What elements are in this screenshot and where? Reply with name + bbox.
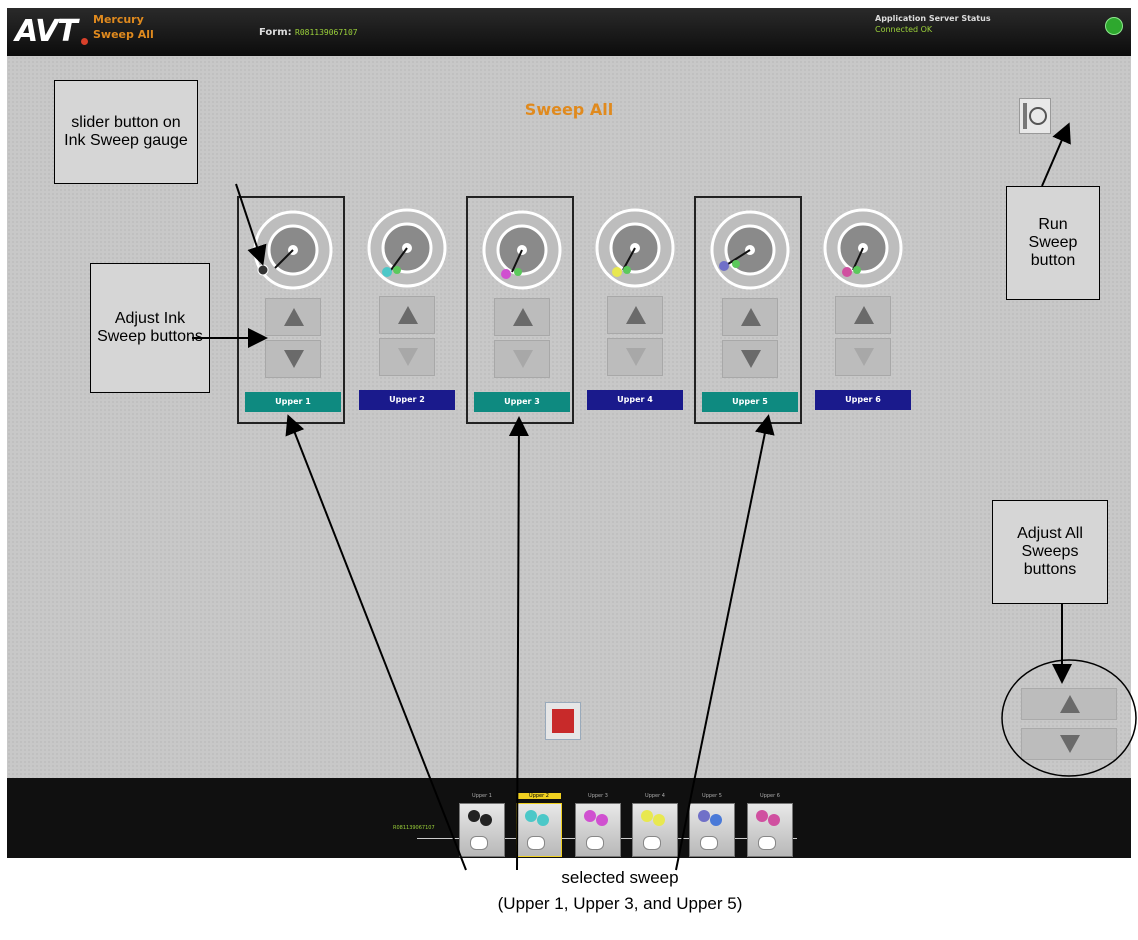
up-arrow-icon bbox=[284, 308, 304, 326]
sweep-column-upper-1: Upper 1 bbox=[237, 196, 345, 424]
sweep-column-upper-3: Upper 3 bbox=[466, 196, 574, 424]
sweep-tab-upper-1[interactable]: Upper 1 bbox=[245, 392, 341, 412]
sweep-down-button[interactable] bbox=[835, 338, 891, 376]
ink-sweep-gauge bbox=[482, 210, 562, 290]
unit-thumb-upper-5[interactable]: Upper 5 bbox=[689, 793, 735, 857]
sweep-column-upper-5: Upper 5 bbox=[694, 196, 802, 424]
port-icon bbox=[758, 836, 776, 850]
down-arrow-icon bbox=[1060, 735, 1080, 753]
unit-strip: R081139067107 Upper 1 Upper 2 Upper 3 Up… bbox=[7, 778, 1131, 858]
sweep-down-button[interactable] bbox=[265, 340, 321, 378]
unit-thumb-label: Upper 1 bbox=[472, 793, 492, 799]
callout-slider: slider button on Ink Sweep gauge bbox=[54, 80, 198, 184]
callout-adjust-all-sweeps: Adjust All Sweeps buttons bbox=[992, 500, 1108, 604]
down-arrow-icon bbox=[854, 348, 874, 366]
header-bar: AVT Mercury Sweep All Form: R08113906710… bbox=[7, 8, 1131, 56]
caption-selected-sweep: selected sweep bbox=[561, 868, 679, 887]
sweep-down-button[interactable] bbox=[494, 340, 550, 378]
run-sweep-button[interactable] bbox=[1019, 98, 1051, 134]
unit-thumb-upper-6[interactable]: Upper 6 bbox=[747, 793, 793, 857]
sweep-up-button[interactable] bbox=[835, 296, 891, 334]
sweep-tab-upper-2[interactable]: Upper 2 bbox=[359, 390, 455, 410]
unit-thumb-label: Upper 4 bbox=[645, 793, 665, 799]
unit-thumb-label: Upper 6 bbox=[760, 793, 780, 799]
ink-sweep-gauge bbox=[595, 208, 675, 288]
logo-dot-icon bbox=[81, 38, 88, 45]
unit-thumb-upper-3[interactable]: Upper 3 bbox=[575, 793, 621, 857]
server-status-value: Connected OK bbox=[875, 25, 933, 34]
sweep-down-button[interactable] bbox=[379, 338, 435, 376]
form-label: Form: bbox=[259, 27, 292, 38]
unit-thumb-label: Upper 3 bbox=[588, 793, 608, 799]
ink-sweep-gauge bbox=[367, 208, 447, 288]
sweep-tab-upper-4[interactable]: Upper 4 bbox=[587, 390, 683, 410]
sweep-tab-upper-6[interactable]: Upper 6 bbox=[815, 390, 911, 410]
ink-sweep-gauge bbox=[253, 210, 333, 290]
strip-form-id: R081139067107 bbox=[393, 825, 435, 831]
caption-selected-list: (Upper 1, Upper 3, and Upper 5) bbox=[497, 894, 743, 913]
down-arrow-icon bbox=[741, 350, 761, 368]
port-icon bbox=[643, 836, 661, 850]
up-arrow-icon bbox=[741, 308, 761, 326]
up-arrow-icon bbox=[854, 306, 874, 324]
slider-handle-icon bbox=[257, 264, 269, 276]
adjust-all-up-button[interactable] bbox=[1021, 688, 1117, 720]
sweep-down-button[interactable] bbox=[722, 340, 778, 378]
unit-thumb-label: Upper 5 bbox=[702, 793, 722, 799]
sweep-up-button[interactable] bbox=[494, 298, 550, 336]
ink-sweep-gauge bbox=[823, 208, 903, 288]
sweep-column-upper-2: Upper 2 bbox=[353, 196, 461, 424]
up-arrow-icon bbox=[398, 306, 418, 324]
port-icon bbox=[470, 836, 488, 850]
form-value: R081139067107 bbox=[295, 28, 358, 37]
up-arrow-icon bbox=[1060, 695, 1080, 713]
down-arrow-icon bbox=[284, 350, 304, 368]
avt-logo: AVT bbox=[15, 14, 78, 49]
unit-thumb-label: Upper 2 bbox=[517, 793, 561, 799]
port-icon bbox=[700, 836, 718, 850]
app-name: Mercury bbox=[93, 13, 144, 26]
port-icon bbox=[527, 836, 545, 850]
sweep-tab-upper-3[interactable]: Upper 3 bbox=[474, 392, 570, 412]
refresh-icon bbox=[1023, 103, 1047, 129]
port-icon bbox=[586, 836, 604, 850]
unit-thumb-upper-1[interactable]: Upper 1 bbox=[459, 793, 505, 857]
unit-thumb-upper-4[interactable]: Upper 4 bbox=[632, 793, 678, 857]
cancel-button[interactable] bbox=[545, 702, 581, 740]
ink-sweep-gauge bbox=[710, 210, 790, 290]
sweep-tab-upper-5[interactable]: Upper 5 bbox=[702, 392, 798, 412]
sweep-up-button[interactable] bbox=[379, 296, 435, 334]
screen-name: Sweep All bbox=[93, 28, 154, 41]
sweep-down-button[interactable] bbox=[607, 338, 663, 376]
sweep-up-button[interactable] bbox=[722, 298, 778, 336]
up-arrow-icon bbox=[626, 306, 646, 324]
up-arrow-icon bbox=[513, 308, 533, 326]
adjust-all-down-button[interactable] bbox=[1021, 728, 1117, 760]
sweep-column-upper-4: Upper 4 bbox=[581, 196, 689, 424]
callout-adjust-ink-sweep: Adjust Ink Sweep buttons bbox=[90, 263, 210, 393]
unit-thumb-upper-2[interactable]: Upper 2 bbox=[516, 793, 562, 857]
down-arrow-icon bbox=[626, 348, 646, 366]
sweep-up-button[interactable] bbox=[265, 298, 321, 336]
callout-run-sweep: Run Sweep button bbox=[1006, 186, 1100, 300]
down-arrow-icon bbox=[513, 350, 533, 368]
down-arrow-icon bbox=[398, 348, 418, 366]
sweep-up-button[interactable] bbox=[607, 296, 663, 334]
power-icon[interactable] bbox=[1105, 17, 1123, 35]
sweep-column-upper-6: Upper 6 bbox=[809, 196, 917, 424]
server-status-label: Application Server Status bbox=[875, 14, 991, 23]
